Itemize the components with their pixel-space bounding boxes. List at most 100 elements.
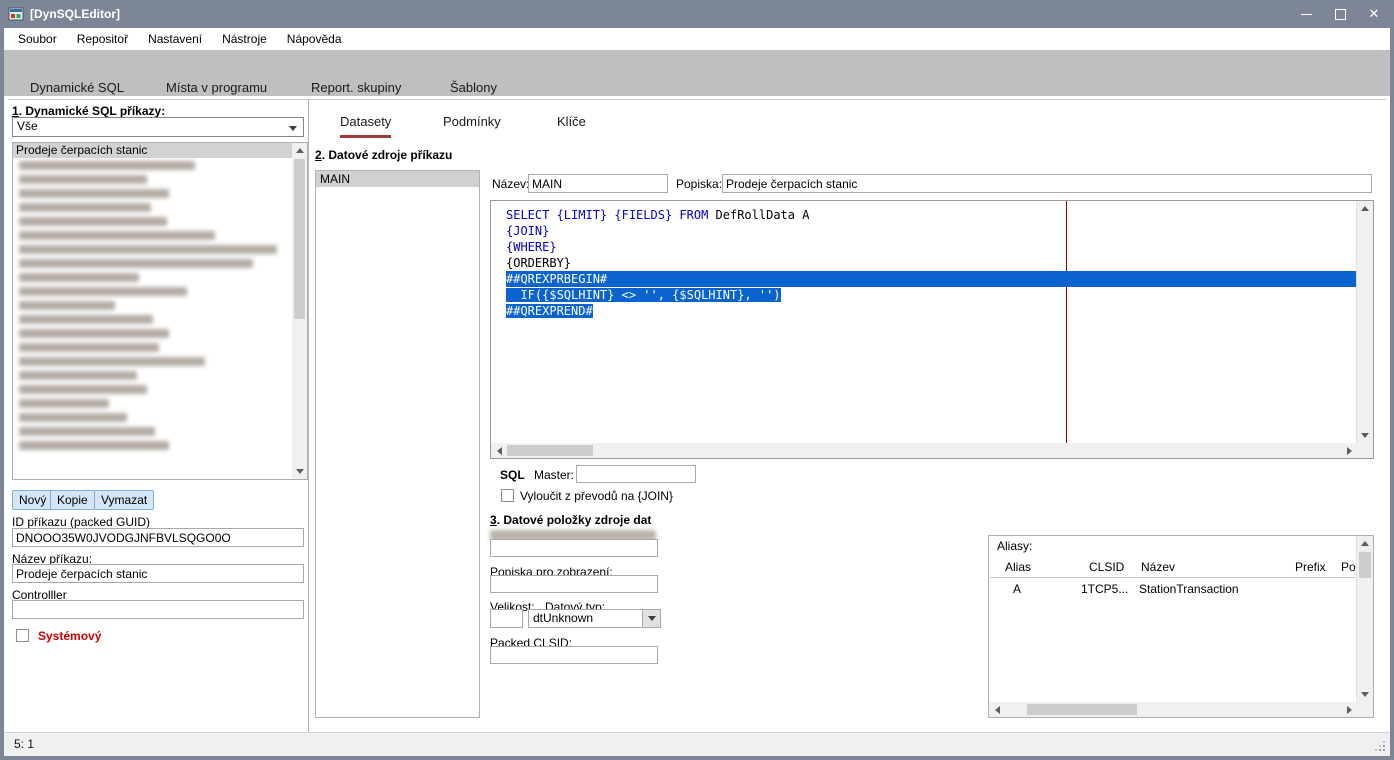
code-line[interactable]: {WHERE} — [506, 239, 1357, 255]
scroll-right-icon[interactable] — [1341, 443, 1357, 458]
id-field[interactable] — [12, 528, 304, 547]
field-name-field[interactable] — [490, 539, 658, 557]
nazev-field[interactable] — [528, 174, 668, 193]
dataset-list[interactable]: MAIN — [315, 170, 480, 718]
scroll-down-icon[interactable] — [292, 464, 307, 479]
maximize-button[interactable] — [1334, 8, 1346, 20]
scroll-down-icon[interactable] — [1357, 428, 1373, 443]
menu-bar: Soubor Repositoř Nastavení Nástroje Nápo… — [4, 28, 1390, 50]
menu-repositor[interactable]: Repositoř — [67, 28, 138, 50]
menu-soubor[interactable]: Soubor — [8, 28, 67, 50]
list-item-redacted[interactable] — [13, 368, 292, 382]
list-item-redacted[interactable] — [13, 270, 292, 284]
master-field[interactable] — [576, 465, 696, 483]
editor-hscroll-thumb[interactable] — [507, 445, 593, 456]
controller-field[interactable] — [12, 600, 304, 619]
editor-vertical-scrollbar[interactable] — [1356, 201, 1373, 443]
subtab-podminky[interactable]: Podmínky — [443, 114, 501, 135]
display-field[interactable] — [490, 575, 658, 593]
datatype-dropdown[interactable]: dtUnknown — [528, 609, 661, 628]
sql-editor[interactable]: SELECT {LIMIT} {FIELDS} FROM DefRollData… — [490, 200, 1374, 459]
list-item-redacted[interactable] — [13, 242, 292, 256]
close-button[interactable]: ✕ — [1368, 8, 1380, 20]
redacted-text — [19, 357, 205, 366]
list-item-redacted[interactable] — [13, 424, 292, 438]
copy-button[interactable]: Kopie — [50, 490, 95, 510]
alias-col-clsid[interactable]: CLSID — [1089, 560, 1124, 574]
redacted-text — [19, 273, 139, 282]
list-item-redacted[interactable] — [13, 298, 292, 312]
alias-cell-nazev: StationTransaction — [1139, 582, 1239, 596]
redacted-text — [19, 427, 155, 436]
scroll-left-icon[interactable] — [989, 702, 1005, 717]
nazev-label: Název: — [492, 177, 529, 191]
list-item-redacted[interactable] — [13, 158, 292, 172]
redacted-text — [19, 231, 215, 240]
alias-vertical-scrollbar[interactable] — [1356, 536, 1373, 702]
menu-napoveda[interactable]: Nápověda — [277, 28, 352, 50]
system-checkbox[interactable] — [16, 629, 29, 642]
scroll-down-icon[interactable] — [1357, 687, 1373, 702]
list-item-redacted[interactable] — [13, 186, 292, 200]
dropdown-arrow-button[interactable] — [642, 610, 660, 627]
alias-hscroll-thumb[interactable] — [1027, 704, 1137, 715]
list-scrollbar[interactable] — [292, 143, 307, 479]
exclude-join-checkbox[interactable] — [501, 489, 514, 502]
title-bar[interactable]: [DynSQLEditor] ✕ — [0, 0, 1394, 28]
name-field[interactable] — [12, 564, 304, 583]
section3-title: 3. Datové položky zdroje dat — [490, 513, 651, 527]
code-line[interactable]: {JOIN} — [506, 223, 1357, 239]
new-button[interactable]: Nový — [12, 490, 53, 510]
popiska-field[interactable] — [722, 174, 1372, 193]
code-line[interactable]: ##QREXPREND# — [506, 303, 1357, 319]
code-line[interactable]: ##QREXPRBEGIN# — [506, 271, 1357, 287]
alias-vscroll-thumb[interactable] — [1359, 552, 1371, 578]
code-line[interactable]: IF({$SQLHINT} <> '', {$SQLHINT}, '') — [506, 287, 1357, 303]
list-item-redacted[interactable] — [13, 326, 292, 340]
list-item-redacted[interactable] — [13, 382, 292, 396]
packed-clsid-field[interactable] — [490, 646, 658, 664]
sql-code[interactable]: SELECT {LIMIT} {FIELDS} FROM DefRollData… — [491, 201, 1357, 443]
list-item-redacted[interactable] — [13, 438, 292, 452]
list-item-redacted[interactable] — [13, 228, 292, 242]
size-field[interactable] — [490, 609, 523, 628]
sql-filter-combobox[interactable]: Vše — [12, 117, 304, 137]
scroll-up-icon[interactable] — [1357, 201, 1373, 216]
subtab-klice[interactable]: Klíče — [557, 114, 586, 135]
list-item-redacted[interactable] — [13, 214, 292, 228]
code-line[interactable]: SELECT {LIMIT} {FIELDS} FROM DefRollData… — [506, 207, 1357, 223]
list-item-redacted[interactable] — [13, 340, 292, 354]
alias-col-nazev[interactable]: Název — [1141, 560, 1175, 574]
list-item-redacted[interactable] — [13, 396, 292, 410]
list-item-redacted[interactable] — [13, 256, 292, 270]
editor-horizontal-scrollbar[interactable] — [491, 443, 1357, 458]
scroll-up-icon[interactable] — [292, 143, 307, 158]
redacted-text — [19, 259, 253, 268]
resize-grip-icon[interactable] — [1383, 749, 1385, 751]
scroll-up-icon[interactable] — [1357, 536, 1373, 551]
list-item-redacted[interactable] — [13, 200, 292, 214]
subtab-datasety[interactable]: Datasety — [340, 114, 391, 138]
cursor-position: 5: 1 — [14, 737, 34, 751]
alias-horizontal-scrollbar[interactable] — [989, 702, 1357, 717]
sql-command-list[interactable]: Prodeje čerpacích stanic — [12, 142, 308, 480]
code-line[interactable]: {ORDERBY} — [506, 255, 1357, 271]
list-scrollbar-thumb[interactable] — [294, 159, 305, 319]
menu-nastroje[interactable]: Nástroje — [212, 28, 277, 50]
delete-button[interactable]: Vymazat — [94, 490, 154, 510]
redacted-text — [19, 175, 147, 184]
list-item-selected[interactable]: Prodeje čerpacích stanic — [13, 143, 292, 158]
alias-col-prefix[interactable]: Prefix — [1295, 560, 1326, 574]
scroll-left-icon[interactable] — [491, 443, 507, 458]
scroll-right-icon[interactable] — [1341, 702, 1357, 717]
list-item-redacted[interactable] — [13, 284, 292, 298]
list-item-redacted[interactable] — [13, 172, 292, 186]
list-item-redacted[interactable] — [13, 354, 292, 368]
menu-nastaveni[interactable]: Nastavení — [138, 28, 212, 50]
dataset-item-main[interactable]: MAIN — [316, 171, 479, 187]
list-item-redacted[interactable] — [13, 312, 292, 326]
app-icon — [8, 6, 24, 22]
alias-col-alias[interactable]: Alias — [1005, 560, 1031, 574]
list-item-redacted[interactable] — [13, 410, 292, 424]
minimize-button[interactable] — [1300, 8, 1312, 20]
